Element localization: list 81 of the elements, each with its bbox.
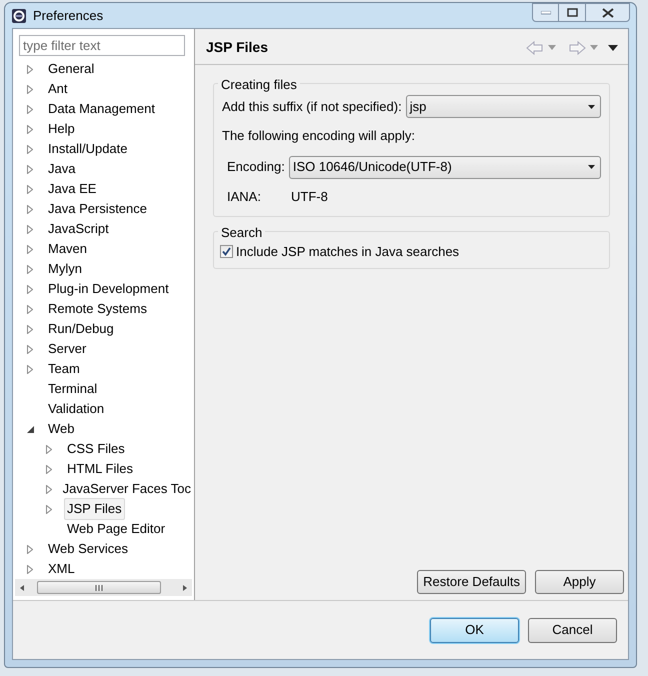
tree-item[interactable]: HTML Files <box>64 458 136 480</box>
collapsed-arrow-icon[interactable] <box>27 284 33 294</box>
grip-icon <box>95 584 103 590</box>
cancel-button[interactable]: Cancel <box>528 618 617 642</box>
horizontal-scrollbar[interactable] <box>15 579 192 596</box>
tree-item[interactable]: Web Services <box>45 538 131 560</box>
checkbox[interactable] <box>220 245 233 258</box>
tree-item[interactable]: Web Page Editor <box>64 518 168 540</box>
collapsed-arrow-icon[interactable] <box>27 164 33 174</box>
collapsed-arrow-icon[interactable] <box>27 224 33 234</box>
tree-item[interactable]: Mylyn <box>45 258 85 280</box>
collapsed-arrow-icon[interactable] <box>27 324 33 334</box>
back-icon[interactable] <box>526 40 544 54</box>
field-label: Encoding: <box>227 158 285 176</box>
collapsed-arrow-icon[interactable] <box>46 484 52 494</box>
maximize-icon <box>566 8 578 17</box>
tree-item[interactable]: Server <box>45 338 90 360</box>
collapsed-arrow-icon[interactable] <box>46 444 52 454</box>
forward-icon[interactable] <box>568 40 586 54</box>
collapsed-arrow-icon[interactable] <box>46 504 52 514</box>
tree-item[interactable]: Run/Debug <box>45 318 117 340</box>
collapsed-arrow-icon[interactable] <box>27 264 33 274</box>
tree-item[interactable]: CSS Files <box>64 438 128 460</box>
suffix-dropdown[interactable]: jsp <box>406 95 601 118</box>
view-menu-icon[interactable] <box>608 44 618 50</box>
collapsed-arrow-icon[interactable] <box>27 144 33 154</box>
window-title: Preferences <box>33 6 104 25</box>
tree-item[interactable]: Maven <box>45 238 90 260</box>
caret-icon <box>588 104 595 108</box>
tree-item[interactable]: Data Management <box>45 98 158 120</box>
collapsed-arrow-icon[interactable] <box>27 104 33 114</box>
tree-item[interactable]: Install/Update <box>45 138 130 160</box>
restore-defaults-button[interactable]: Restore Defaults <box>417 570 526 594</box>
tree-item[interactable]: JavaServer Faces Toc <box>60 478 194 500</box>
checkbox-label: Include JSP matches in Java searches <box>236 243 460 261</box>
ok-button[interactable]: OK <box>430 618 519 642</box>
tree-item[interactable]: Validation <box>45 398 108 420</box>
dropdown-caret-icon[interactable] <box>590 45 598 50</box>
iana-value: UTF-8 <box>291 188 328 206</box>
minimize-icon <box>540 10 550 14</box>
collapsed-arrow-icon[interactable] <box>27 304 33 314</box>
apply-button[interactable]: Apply <box>535 570 624 594</box>
tree-item[interactable]: Remote Systems <box>45 298 150 320</box>
tree-item[interactable]: General <box>45 58 98 80</box>
expanded-arrow-icon[interactable] <box>27 426 34 432</box>
info-text: The following encoding will apply: <box>222 127 416 145</box>
encoding-dropdown[interactable]: ISO 10646/Unicode(UTF-8) <box>288 156 601 178</box>
tree-item[interactable]: Team <box>45 358 83 380</box>
collapsed-arrow-icon[interactable] <box>27 64 33 74</box>
caret-icon <box>588 165 595 169</box>
collapsed-arrow-icon[interactable] <box>27 244 33 254</box>
maximize-button[interactable] <box>559 3 585 22</box>
dropdown-caret-icon[interactable] <box>548 45 556 50</box>
collapsed-arrow-icon[interactable] <box>27 544 33 554</box>
collapsed-arrow-icon[interactable] <box>27 364 33 374</box>
collapsed-arrow-icon[interactable] <box>27 84 33 94</box>
tree-item[interactable]: JSP Files <box>64 498 125 520</box>
tree-item[interactable]: Java Persistence <box>45 198 150 220</box>
scroll-thumb[interactable] <box>37 581 161 594</box>
collapsed-arrow-icon[interactable] <box>27 344 33 354</box>
filter-field[interactable]: type filter text <box>19 35 185 56</box>
tree-item[interactable]: Java EE <box>45 178 100 200</box>
collapsed-arrow-icon[interactable] <box>27 204 33 214</box>
field-label: IANA: <box>227 188 262 206</box>
tree-item[interactable]: Java <box>45 158 78 180</box>
tree-item[interactable]: JavaScript <box>45 218 112 240</box>
tree-item[interactable]: Web <box>45 418 78 440</box>
close-icon <box>602 8 614 18</box>
collapsed-arrow-icon[interactable] <box>27 564 33 574</box>
tree-item[interactable]: Plug-in Development <box>45 278 172 300</box>
tree-item[interactable]: Help <box>45 118 78 140</box>
close-button[interactable] <box>585 3 630 22</box>
page-title: JSP Files <box>206 38 268 57</box>
field-label: Add this suffix (if not specified): <box>222 98 402 116</box>
collapsed-arrow-icon[interactable] <box>27 124 33 134</box>
collapsed-arrow-icon[interactable] <box>27 184 33 194</box>
tree-item[interactable]: Ant <box>45 78 71 100</box>
app-icon <box>11 8 27 24</box>
tree-item[interactable]: XML <box>45 558 78 580</box>
collapsed-arrow-icon[interactable] <box>46 464 52 474</box>
tree-item[interactable]: Terminal <box>45 378 100 400</box>
